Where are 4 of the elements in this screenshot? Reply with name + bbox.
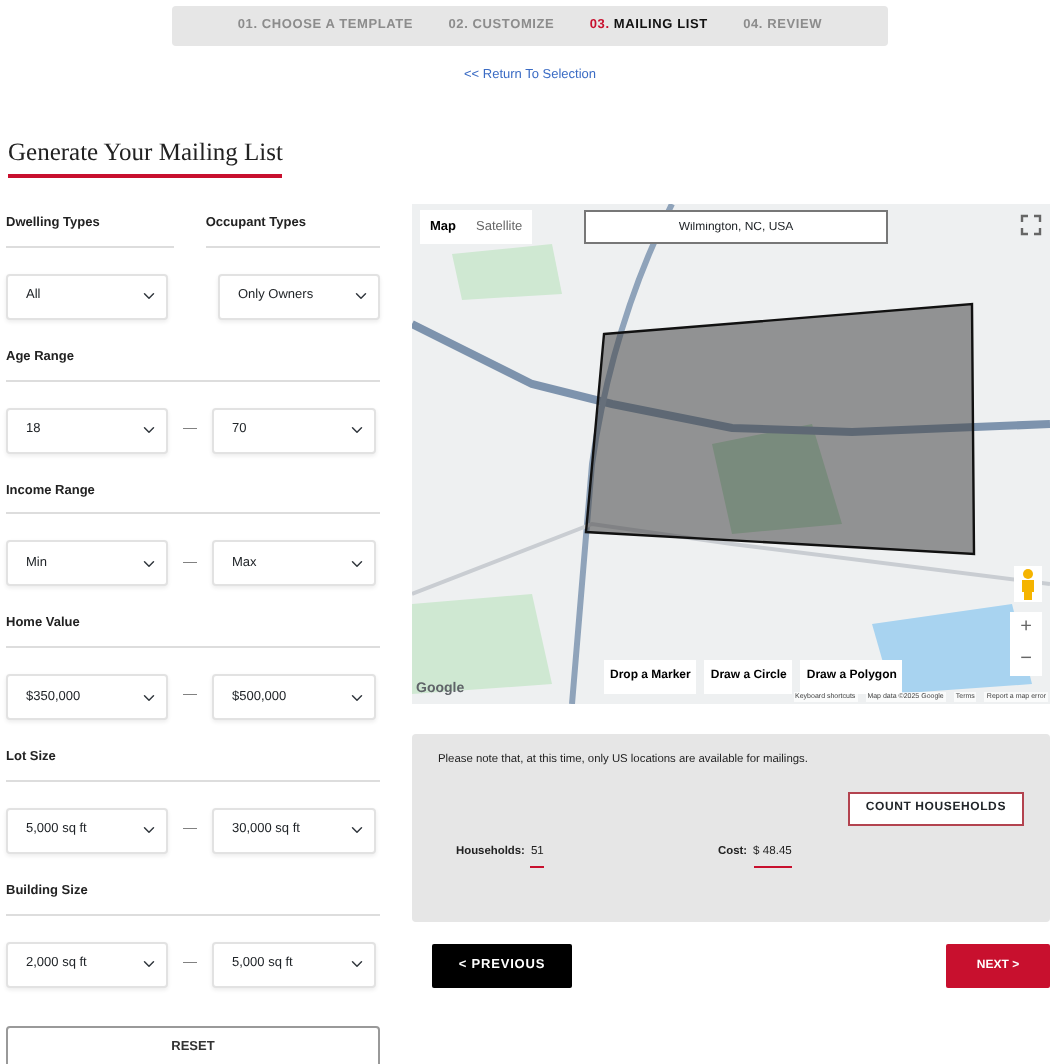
zoom-button[interactable]: − — [1010, 644, 1042, 676]
zoom-button[interactable]: + — [1010, 612, 1042, 644]
page-heading: Generate Your Mailing List — [8, 139, 283, 178]
fullscreen-icon[interactable] — [1020, 214, 1042, 236]
